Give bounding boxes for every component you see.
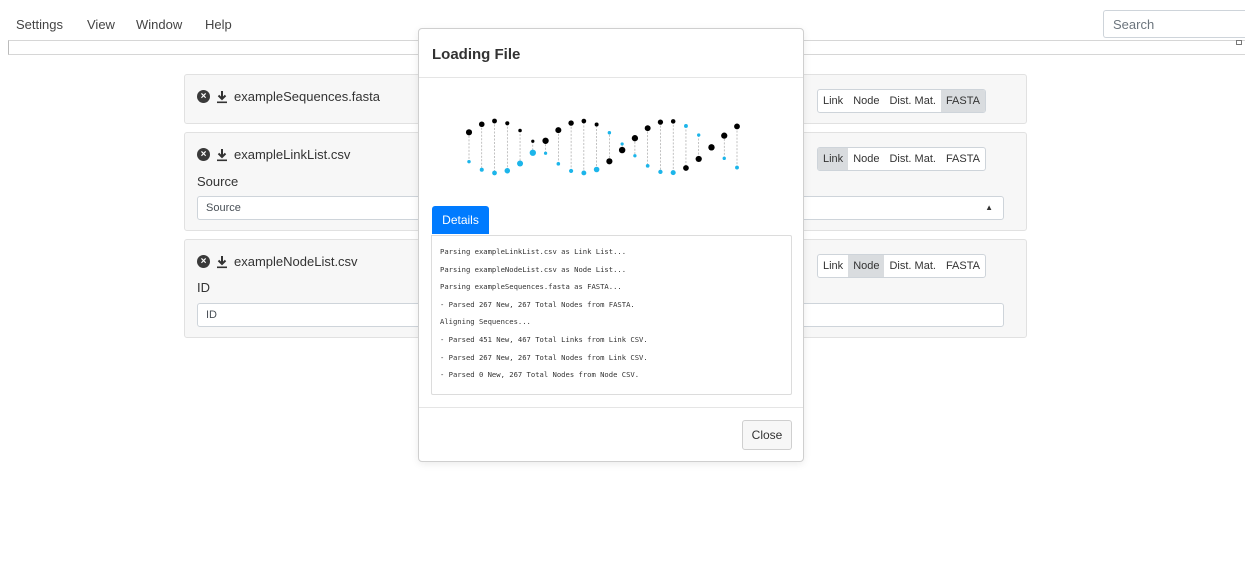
- remove-file-icon[interactable]: ×: [197, 255, 210, 268]
- select-caret-icon: ▲: [985, 203, 993, 212]
- helix-dot: [504, 168, 511, 174]
- details-tab-button[interactable]: Details: [432, 206, 489, 234]
- helix-dot: [529, 149, 536, 156]
- helix-dot: [695, 155, 702, 163]
- menu-window[interactable]: Window: [136, 17, 182, 32]
- helix-dot: [607, 130, 612, 135]
- helix-dot: [467, 159, 471, 164]
- helix-dot: [684, 124, 688, 128]
- type-node-button[interactable]: Node: [848, 148, 884, 170]
- helix-dot: [658, 169, 663, 175]
- helix-dot: [569, 168, 574, 174]
- helix-dot: [645, 163, 650, 168]
- file-type-selector: Link Node Dist. Mat. FASTA: [817, 147, 986, 171]
- modal-footer-divider: [419, 407, 803, 408]
- helix-dot: [556, 162, 561, 166]
- helix-dot: [644, 125, 651, 132]
- helix-dot: [543, 151, 548, 155]
- type-distmat-button[interactable]: Dist. Mat.: [884, 90, 940, 112]
- helix-dot: [697, 133, 701, 137]
- helix-dot: [670, 170, 676, 176]
- search-input[interactable]: [1103, 10, 1245, 38]
- helix-dot: [518, 128, 522, 133]
- helix-dot: [593, 166, 600, 173]
- log-line: - Parsed 267 New, 267 Total Nodes from F…: [440, 299, 635, 309]
- file-name: exampleNodeList.csv: [234, 254, 358, 269]
- helix-dot: [618, 146, 626, 154]
- type-fasta-button[interactable]: FASTA: [940, 90, 985, 112]
- helix-dot: [735, 165, 739, 170]
- helix-dot: [620, 142, 624, 146]
- log-line: Parsing exampleSequences.fasta as FASTA.…: [440, 282, 622, 292]
- helix-dot: [478, 121, 485, 128]
- file-row: × exampleNodeList.csv: [197, 254, 358, 269]
- helix-dot: [531, 139, 535, 143]
- type-distmat-button[interactable]: Dist. Mat.: [884, 148, 940, 170]
- log-panel: Parsing exampleLinkList.csv as Link List…: [431, 235, 792, 395]
- type-node-button[interactable]: Node: [848, 90, 884, 112]
- file-row: × exampleSequences.fasta: [197, 89, 380, 104]
- id-select-value: ID: [206, 309, 217, 321]
- helix-dot: [734, 123, 740, 130]
- download-icon[interactable]: [216, 90, 228, 104]
- helix-dot: [721, 132, 728, 139]
- file-type-selector: Link Node Dist. Mat. FASTA: [817, 254, 986, 278]
- file-type-selector: Link Node Dist. Mat. FASTA: [817, 89, 986, 113]
- helix-dot: [594, 122, 599, 127]
- download-icon[interactable]: [216, 148, 228, 162]
- helix-dot: [465, 129, 473, 136]
- menu-help[interactable]: Help: [205, 17, 232, 32]
- maximize-icon[interactable]: [1236, 40, 1242, 45]
- type-distmat-button[interactable]: Dist. Mat.: [884, 255, 940, 277]
- helix-dot: [606, 158, 613, 165]
- helix-dot: [542, 137, 549, 144]
- type-link-button[interactable]: Link: [818, 148, 849, 170]
- log-line: - Parsed 267 New, 267 Total Nodes from L…: [440, 352, 648, 362]
- helix-dot: [670, 119, 676, 124]
- type-link-button[interactable]: Link: [818, 90, 848, 112]
- log-line: - Parsed 451 New, 467 Total Links from L…: [440, 334, 648, 344]
- menu-view[interactable]: View: [87, 17, 115, 32]
- type-link-button[interactable]: Link: [818, 255, 848, 277]
- modal-title: Loading File: [432, 46, 521, 63]
- helix-dot: [631, 135, 639, 142]
- source-field-label: Source: [197, 174, 239, 189]
- helix-dot: [517, 160, 524, 167]
- helix-dot: [581, 170, 587, 176]
- type-node-button[interactable]: Node: [848, 255, 885, 277]
- remove-file-icon[interactable]: ×: [197, 148, 210, 161]
- helix-dot: [657, 119, 664, 125]
- helix-dot: [633, 154, 637, 158]
- menu-settings[interactable]: Settings: [16, 17, 63, 32]
- log-line: - Parsed 0 New, 267 Total Nodes from Nod…: [440, 370, 640, 380]
- modal-header-divider: [419, 77, 803, 78]
- helix-dot: [722, 156, 726, 160]
- file-row: × exampleLinkList.csv: [197, 147, 350, 162]
- helix-dot: [492, 118, 497, 124]
- download-icon[interactable]: [216, 255, 228, 269]
- source-select-value: Source: [206, 202, 241, 214]
- type-fasta-button[interactable]: FASTA: [941, 148, 985, 170]
- file-name: exampleSequences.fasta: [234, 89, 380, 104]
- helix-dot: [568, 120, 574, 126]
- log-line: Parsing exampleNodeList.csv as Node List…: [440, 264, 627, 274]
- id-field-label: ID: [197, 280, 210, 295]
- close-button[interactable]: Close: [742, 420, 792, 450]
- helix-dot: [683, 165, 689, 171]
- loading-file-modal: Loading File Details Parsing exampleLink…: [418, 28, 804, 462]
- type-fasta-button[interactable]: FASTA: [941, 255, 985, 277]
- log-line: Parsing exampleLinkList.csv as Link List…: [440, 247, 627, 256]
- helix-dot: [555, 127, 562, 134]
- helix-dot: [708, 144, 715, 151]
- dna-helix-loader-icon: [465, 118, 740, 176]
- file-name: exampleLinkList.csv: [234, 147, 351, 162]
- helix-dot: [479, 167, 484, 172]
- helix-dot: [505, 121, 510, 126]
- helix-dot: [492, 170, 497, 176]
- remove-file-icon[interactable]: ×: [197, 90, 210, 103]
- helix-dot: [581, 118, 587, 124]
- log-line: Aligning Sequences...: [440, 317, 531, 327]
